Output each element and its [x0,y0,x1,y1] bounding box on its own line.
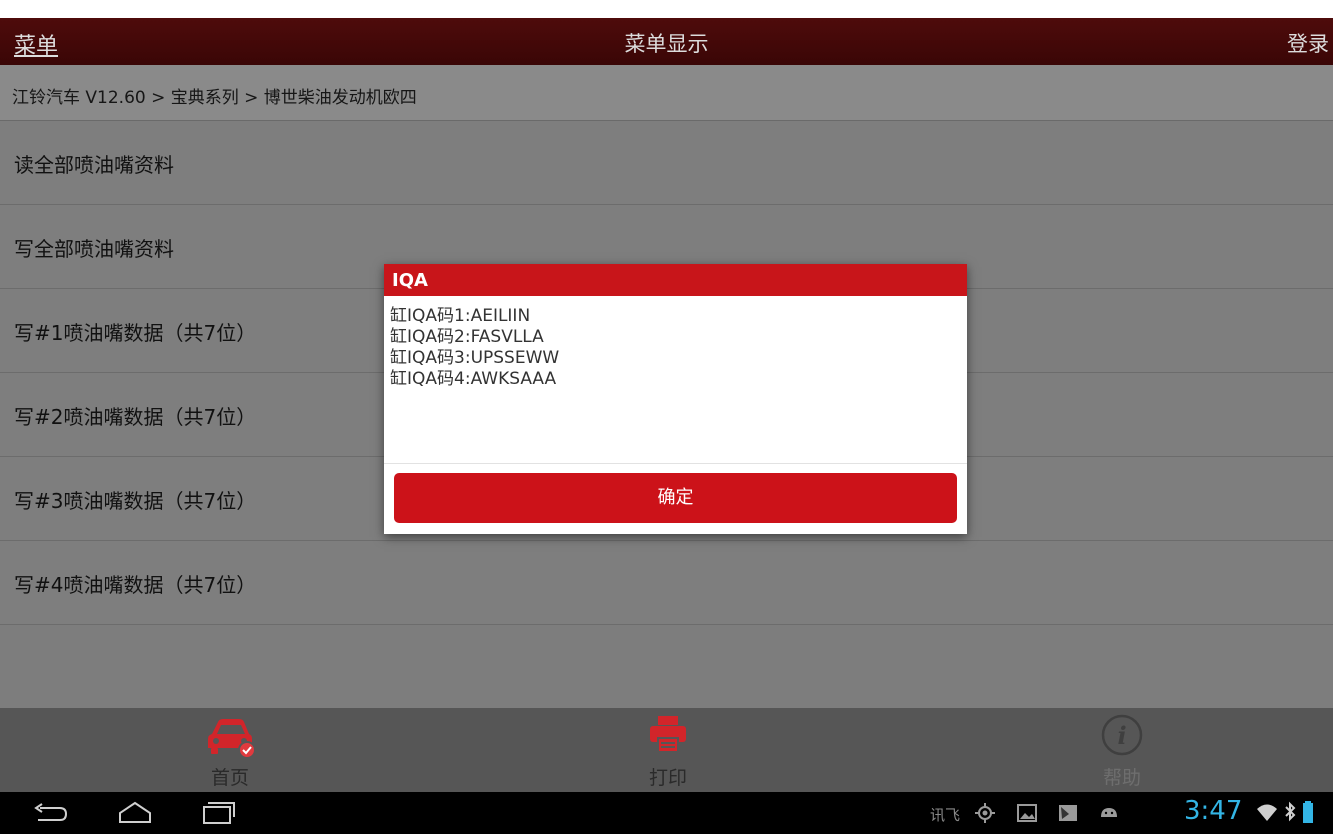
back-icon[interactable] [30,799,70,829]
bluetooth-icon [1285,801,1296,822]
bottom-nav: 首页 打印 i 帮助 [0,708,1333,792]
screenshot-icon [1059,805,1077,821]
home-label: 首页 [210,767,249,789]
iqa-dialog: IQA 缸IQA码1:AEILIIN 缸IQA码2:FASVLLA 缸IQA码3… [384,264,967,534]
info-icon: i [1101,714,1143,756]
wifi-icon [1257,804,1277,821]
print-label: 打印 [648,767,687,789]
page-title: 菜单显示 [624,32,709,56]
iqa-code-1: 缸IQA码1:AEILIIN [390,306,531,326]
android-icon [1101,808,1117,817]
print-button[interactable]: 打印 [568,708,768,792]
battery-icon [1303,801,1313,823]
breadcrumb: 江铃汽车 V12.60 > 宝典系列 > 博世柴油发动机欧四 [0,65,1333,121]
dialog-title: IQA [384,264,967,296]
cropped-caption-text [0,0,1333,18]
home-button[interactable]: 首页 [130,708,330,792]
printer-icon [650,716,686,753]
title-bar: 菜单 菜单显示 登录 [0,18,1333,65]
dialog-body: 缸IQA码1:AEILIIN 缸IQA码2:FASVLLA 缸IQA码3:UPS… [384,296,967,464]
login-link[interactable]: 登录 [1287,28,1329,58]
iqa-code-2: 缸IQA码2:FASVLLA [390,327,544,347]
menu-item-label: 写全部喷油嘴资料 [14,237,174,261]
gallery-icon [1017,804,1037,822]
breadcrumb-text: 江铃汽车 V12.60 > 宝典系列 > 博世柴油发动机欧四 [12,88,417,108]
car-icon [208,719,256,759]
iqa-code-4: 缸IQA码4:AWKSAAA [390,369,557,389]
menu-item-write-4[interactable]: 写#4喷油嘴数据（共7位） [0,541,1333,625]
menu-item-read-all[interactable]: 读全部喷油嘴资料 [0,121,1333,205]
menu-item-label: 读全部喷油嘴资料 [14,153,174,177]
system-bar: 讯飞 3:47 [0,792,1333,834]
home-icon[interactable] [115,799,155,829]
confirm-button[interactable]: 确定 [394,473,957,523]
iqa-code-3: 缸IQA码3:UPSSEWW [390,348,560,368]
help-label: 帮助 [1102,767,1141,789]
ime-label: 讯飞 [930,806,961,824]
clock: 3:47 [1184,796,1243,826]
help-button[interactable]: i 帮助 [1022,708,1222,792]
svg-text:i: i [1117,721,1126,750]
menu-item-label: 写#1喷油嘴数据（共7位） [14,321,257,345]
menu-item-label: 写#3喷油嘴数据（共7位） [14,489,257,513]
location-icon [975,803,995,823]
menu-item-label: 写#4喷油嘴数据（共7位） [14,573,257,597]
recent-apps-icon[interactable] [198,799,238,829]
menu-item-label: 写#2喷油嘴数据（共7位） [14,405,257,429]
